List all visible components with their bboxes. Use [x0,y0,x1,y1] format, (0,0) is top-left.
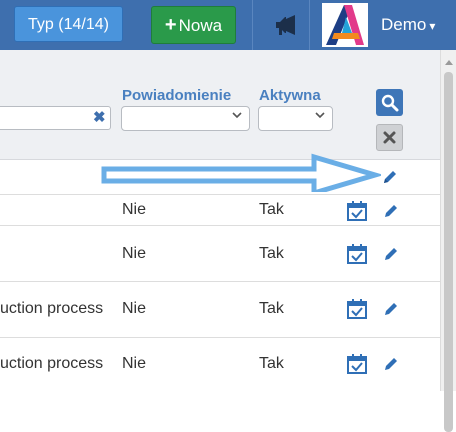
row-active: Tak [259,300,284,317]
chevron-down-icon [232,112,242,119]
top-navbar: Typ (14/14) + Nowa Demo ▾ [0,0,456,50]
user-menu[interactable]: Demo ▾ [381,0,435,50]
calendar-check-icon[interactable] [346,298,368,320]
megaphone-icon[interactable] [273,12,299,38]
navbar-divider [309,0,310,50]
row-active: Tak [259,355,284,372]
chevron-down-icon [315,112,325,119]
pencil-icon[interactable] [382,355,400,373]
new-item-button[interactable]: + Nowa [151,6,236,44]
column-header-notification[interactable]: Powiadomienie [122,87,231,104]
row-name: uction process [0,355,104,372]
calendar-check-icon[interactable] [346,353,368,375]
clear-filters-button[interactable] [376,124,403,151]
navbar-divider [252,0,253,50]
table-row[interactable]: uction process Nie Tak [0,282,440,338]
vertical-scrollbar[interactable] [440,50,456,432]
row-notification: Nie [122,245,147,262]
plus-icon: + [164,14,177,36]
filter-bar [0,50,440,160]
table-row[interactable]: Nie Tak [0,195,440,226]
scroll-thumb[interactable] [444,72,453,432]
table-row[interactable]: Nie Tak [0,226,440,282]
user-name: Demo [381,15,427,34]
search-icon [381,94,399,112]
calendar-check-icon[interactable] [346,243,368,265]
active-filter-select[interactable] [258,106,333,131]
table-row[interactable]: uction process Nie Tak [0,338,440,391]
pencil-icon[interactable] [381,168,399,186]
clear-input-icon[interactable]: ✖ [93,108,106,126]
search-button[interactable] [376,89,403,116]
clear-icon [383,131,396,144]
scroll-up-arrow[interactable] [445,60,453,65]
column-header-active[interactable]: Aktywna [259,87,321,104]
pencil-icon[interactable] [382,245,400,263]
type-filter-button[interactable]: Typ (14/14) [14,6,123,42]
row-notification: Nie [122,300,147,317]
pencil-icon[interactable] [382,300,400,318]
row-name: uction process [0,300,104,317]
chevron-down-icon: ▾ [429,19,436,33]
calendar-check-icon[interactable] [346,200,368,222]
pencil-icon[interactable] [382,202,400,220]
row-active: Tak [259,245,284,262]
new-item-label: Nowa [178,16,223,35]
app-logo[interactable] [322,3,368,47]
row-active: Tak [259,201,284,218]
row-notification: Nie [122,355,147,372]
annotation-arrow [101,153,381,192]
row-notification: Nie [122,201,147,218]
notification-filter-select[interactable] [121,106,250,131]
